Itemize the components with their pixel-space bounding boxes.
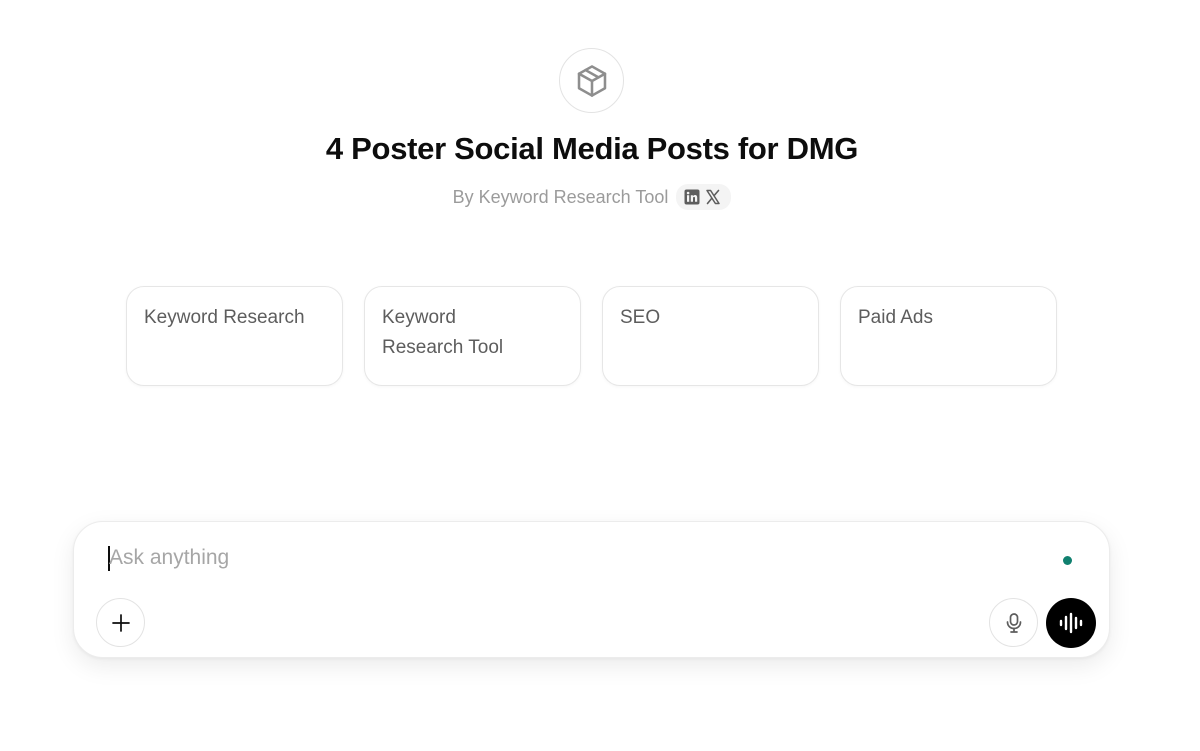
starter-label: Paid Ads (858, 307, 933, 328)
starter-keyword-research[interactable]: Keyword Research (126, 286, 343, 386)
author-text: By Keyword Research Tool (452, 186, 669, 207)
voice-mode-button[interactable] (1046, 598, 1096, 648)
cube-icon (577, 64, 606, 97)
social-links (676, 184, 732, 210)
gpt-page: 4 Poster Social Media Posts for DMG By K… (0, 0, 1200, 751)
message-composer (73, 521, 1110, 658)
gpt-title: 4 Poster Social Media Posts for DMG (325, 131, 859, 166)
starter-seo[interactable]: SEO (602, 286, 819, 386)
dictate-button[interactable] (989, 598, 1038, 647)
attach-button[interactable] (96, 598, 145, 647)
conversation-starters: Keyword Research Keyword Research Tool S… (126, 286, 1057, 386)
prompt-input[interactable] (109, 543, 1009, 573)
starter-label: Keyword Research (144, 307, 305, 328)
gpt-byline: By Keyword Research Tool (0, 184, 1184, 210)
microphone-icon (1006, 612, 1021, 633)
starter-keyword-research-tool[interactable]: Keyword Research Tool (364, 286, 581, 386)
gpt-avatar (559, 48, 624, 113)
starter-paid-ads[interactable]: Paid Ads (840, 286, 1057, 386)
status-indicator (1063, 556, 1072, 565)
plus-icon (111, 613, 130, 632)
starter-label: SEO (620, 307, 661, 328)
x-icon[interactable] (705, 189, 721, 205)
voice-waveform-icon (1059, 612, 1083, 634)
starter-label: Keyword Research Tool (382, 307, 504, 358)
linkedin-icon[interactable] (684, 189, 700, 205)
